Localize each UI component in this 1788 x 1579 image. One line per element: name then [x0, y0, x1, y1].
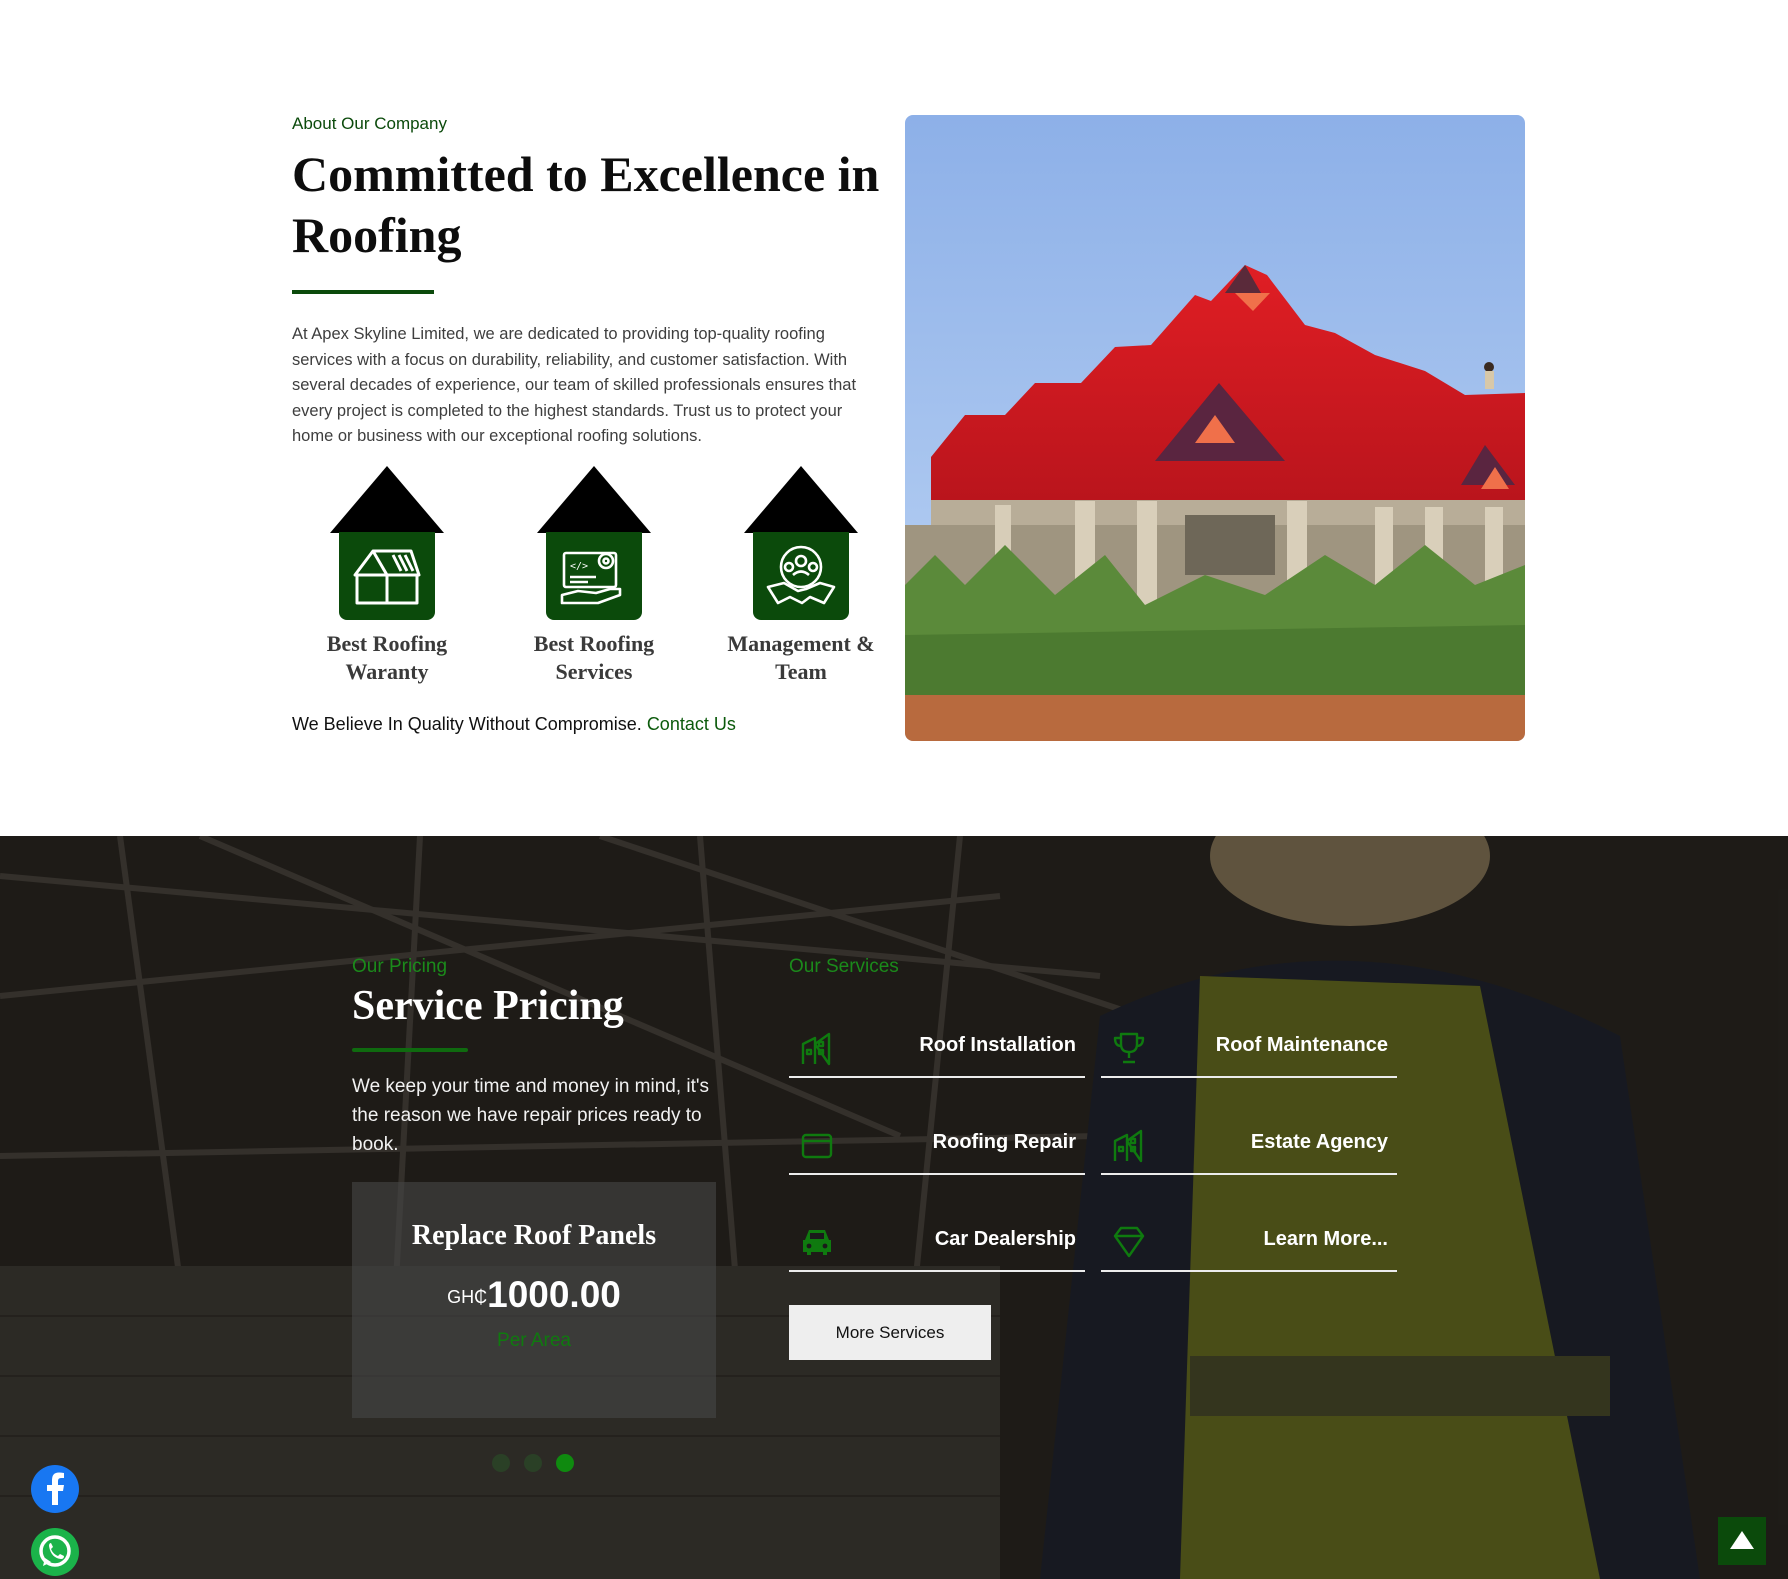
services-header: Our Services — [789, 956, 1399, 978]
service-car-dealership[interactable]: Car Dealership — [789, 1206, 1085, 1272]
service-learn-more[interactable]: Learn More... — [1101, 1206, 1397, 1272]
wallet-icon — [801, 1133, 833, 1159]
price-card: Replace Roof Panels GH₵1000.00 Per Area — [352, 1182, 716, 1418]
house-badge — [330, 466, 444, 620]
whatsapp-button[interactable] — [31, 1528, 79, 1576]
service-roofing-repair[interactable]: Roofing Repair — [789, 1109, 1085, 1175]
building-icon — [801, 1032, 831, 1066]
service-label: Learn More... — [1263, 1228, 1388, 1250]
svg-text:</>: </> — [570, 561, 588, 572]
pricing-divider — [352, 1048, 468, 1052]
roof-warranty-icon — [353, 549, 421, 605]
house-badge: </> — [537, 466, 651, 620]
service-label: Roofing Repair — [932, 1131, 1076, 1153]
feature-team: Management & Team — [706, 466, 896, 686]
price-currency: GH₵ — [447, 1287, 488, 1307]
carousel-dots — [492, 1454, 574, 1472]
feature-label: Management & Team — [727, 631, 875, 684]
price-unit: Per Area — [497, 1330, 571, 1351]
feature-label: Best Roofing Waranty — [326, 631, 448, 684]
feature-label: Best Roofing Services — [533, 631, 655, 684]
pricing-intro: Our Pricing Service Pricing We keep your… — [352, 956, 732, 1159]
pricing-title: Service Pricing — [352, 983, 624, 1029]
title-divider — [292, 290, 434, 294]
team-icon — [766, 545, 836, 605]
service-roof-maintenance[interactable]: Roof Maintenance — [1101, 1012, 1397, 1078]
pricing-paragraph: We keep your time and money in mind, it'… — [352, 1076, 710, 1155]
feature-warranty: Best Roofing Waranty — [292, 466, 482, 686]
services-eyebrow: Our Services — [789, 956, 899, 977]
car-icon — [803, 1230, 831, 1255]
pricing-section: Our Pricing Service Pricing We keep your… — [0, 836, 1788, 1579]
building-icon — [1113, 1129, 1143, 1163]
contact-us-link[interactable]: Contact Us — [647, 714, 736, 734]
facebook-button[interactable] — [31, 1465, 79, 1513]
whatsapp-icon — [39, 1535, 71, 1567]
quality-tagline: We Believe In Quality Without Compromise… — [292, 714, 736, 734]
about-paragraph: At Apex Skyline Limited, we are dedicate… — [292, 325, 857, 445]
services-grid: Roof Installation Roof Maintenance Roofi… — [789, 1012, 1399, 1272]
roofing-services-icon: </> — [560, 551, 622, 605]
service-label: Roof Maintenance — [1215, 1034, 1388, 1056]
more-services-button[interactable]: More Services — [789, 1305, 991, 1360]
about-eyebrow: About Our Company — [292, 114, 447, 133]
service-label: Roof Installation — [919, 1034, 1076, 1056]
house-badge — [744, 466, 858, 620]
price-card-title: Replace Roof Panels — [411, 1220, 657, 1251]
back-to-top-button[interactable] — [1718, 1517, 1766, 1565]
about-section: About Our Company Committed to Excellenc… — [0, 0, 1788, 836]
service-label: Estate Agency — [1250, 1131, 1388, 1153]
carousel-dot-2[interactable] — [524, 1454, 542, 1472]
facebook-icon — [47, 1472, 64, 1505]
pricing-eyebrow: Our Pricing — [352, 956, 448, 977]
trophy-icon — [1113, 1032, 1145, 1064]
feature-services: </> Best Roofing Services — [499, 466, 689, 686]
carousel-dot-1[interactable] — [492, 1454, 510, 1472]
arrow-up-icon — [1730, 1531, 1754, 1549]
price-amount: 1000.00 — [487, 1274, 621, 1315]
about-title: Committed to Excellence in Roofing — [292, 146, 880, 263]
diamond-icon — [1113, 1226, 1145, 1258]
carousel-dot-3[interactable] — [556, 1454, 574, 1472]
about-content: About Our Company Committed to Excellenc… — [292, 114, 892, 450]
service-label: Car Dealership — [934, 1228, 1076, 1250]
service-estate-agency[interactable]: Estate Agency — [1101, 1109, 1397, 1175]
roof-project-photo — [905, 115, 1525, 741]
feature-list: Best Roofing Waranty </> Best Roofing Se… — [292, 466, 892, 686]
service-roof-installation[interactable]: Roof Installation — [789, 1012, 1085, 1078]
price-value: GH₵1000.00 — [352, 1274, 716, 1316]
